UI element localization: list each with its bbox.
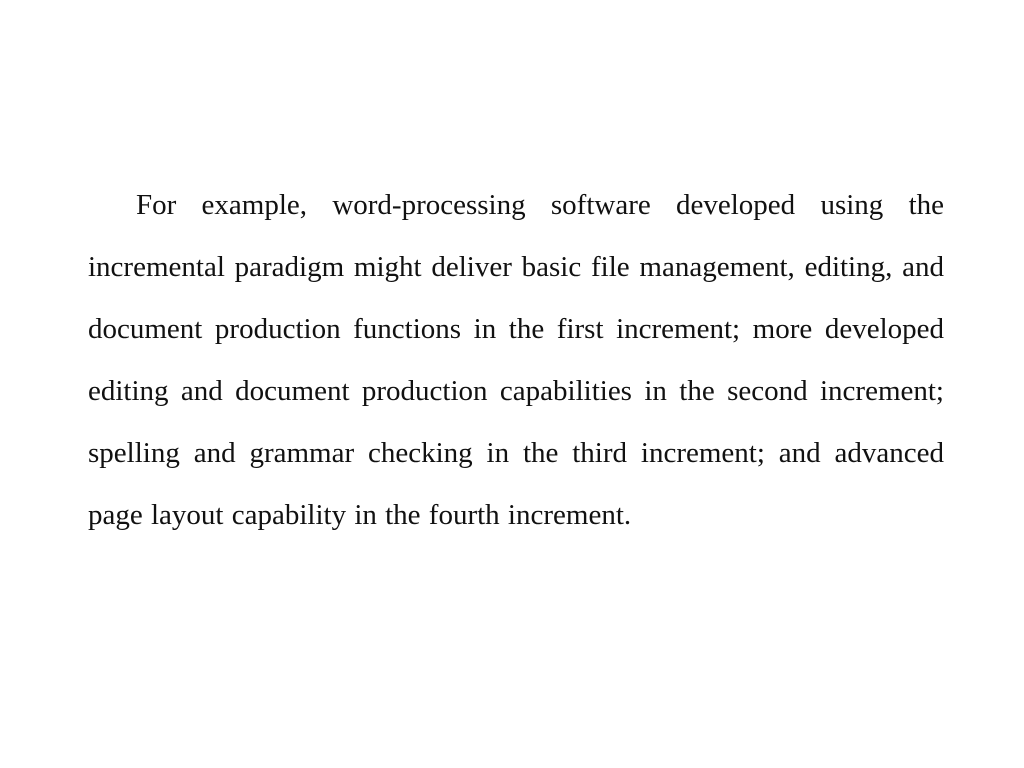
slide: For example, word-processing software de… bbox=[0, 0, 1024, 768]
body-paragraph: For example, word-processing software de… bbox=[88, 189, 944, 531]
